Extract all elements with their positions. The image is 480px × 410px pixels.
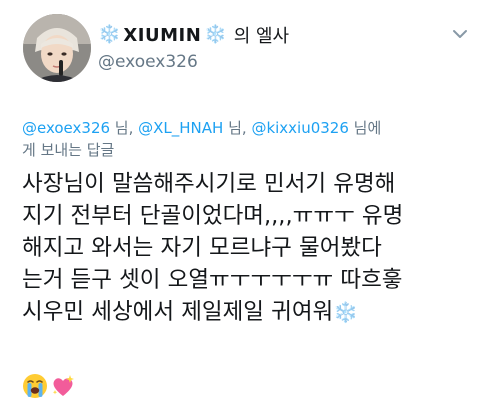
reply-context: @exoex326 님, @XL_HNAH 님, @kixxiu0326 님에 … xyxy=(22,117,462,161)
loudly-crying-face-icon xyxy=(23,374,47,398)
avatar[interactable] xyxy=(23,14,91,82)
tweet-text-line: 사장님이 말씀해주시기로 민서기 유명해 xyxy=(22,171,396,197)
tweet-text-line-5: 시우민 세상에서 제일제일 귀여워❄️ xyxy=(22,296,462,328)
chevron-down-icon[interactable] xyxy=(451,25,469,43)
mention-link[interactable]: @XL_HNAH xyxy=(138,119,223,137)
reply-separator: 님, xyxy=(110,119,139,137)
tweet-text-line: 지기 전부터 단골이었다며,,,,ㅠㅠㅜ 유명 xyxy=(22,203,404,229)
avatar-photo xyxy=(23,14,91,82)
snowflake-icon: ❄️ xyxy=(204,24,227,45)
snowflake-icon: ❄️ xyxy=(333,300,359,324)
tweet-text-line: 해지고 와서는 자기 모르냐구 물어봤다 xyxy=(22,235,382,261)
display-name[interactable]: ❄️ XIUMIN ❄️ 의 엘사 xyxy=(98,22,289,48)
reply-separator: 님, xyxy=(223,119,252,137)
tweet-text-line: 는거 듣구 셋이 오열ㅠㅜㅜㅜㅜㅠ 따흐흫 xyxy=(22,267,403,293)
tweet-text-line: 시우민 세상에서 제일제일 귀여워 xyxy=(22,299,334,325)
emoji-row xyxy=(22,372,76,400)
user-handle[interactable]: @exoex326 xyxy=(98,52,198,72)
display-name-possessive: 의 엘사 xyxy=(233,26,290,47)
display-name-text: XIUMIN xyxy=(123,24,202,46)
tweet-text: 사장님이 말씀해주시기로 민서기 유명해 지기 전부터 단골이었다며,,,,ㅠㅠ… xyxy=(22,168,462,328)
tweet-card: ❄️ XIUMIN ❄️ 의 엘사 @exoex326 @exoex326 님,… xyxy=(0,0,480,410)
sparkling-heart-icon xyxy=(52,375,74,396)
reply-context-line-2: 게 보내는 답글 xyxy=(22,141,115,159)
reply-separator: 님에 xyxy=(348,119,382,137)
snowflake-icon: ❄️ xyxy=(98,24,121,45)
mention-link[interactable]: @kixxiu0326 xyxy=(251,119,348,137)
mention-link[interactable]: @exoex326 xyxy=(22,119,110,137)
